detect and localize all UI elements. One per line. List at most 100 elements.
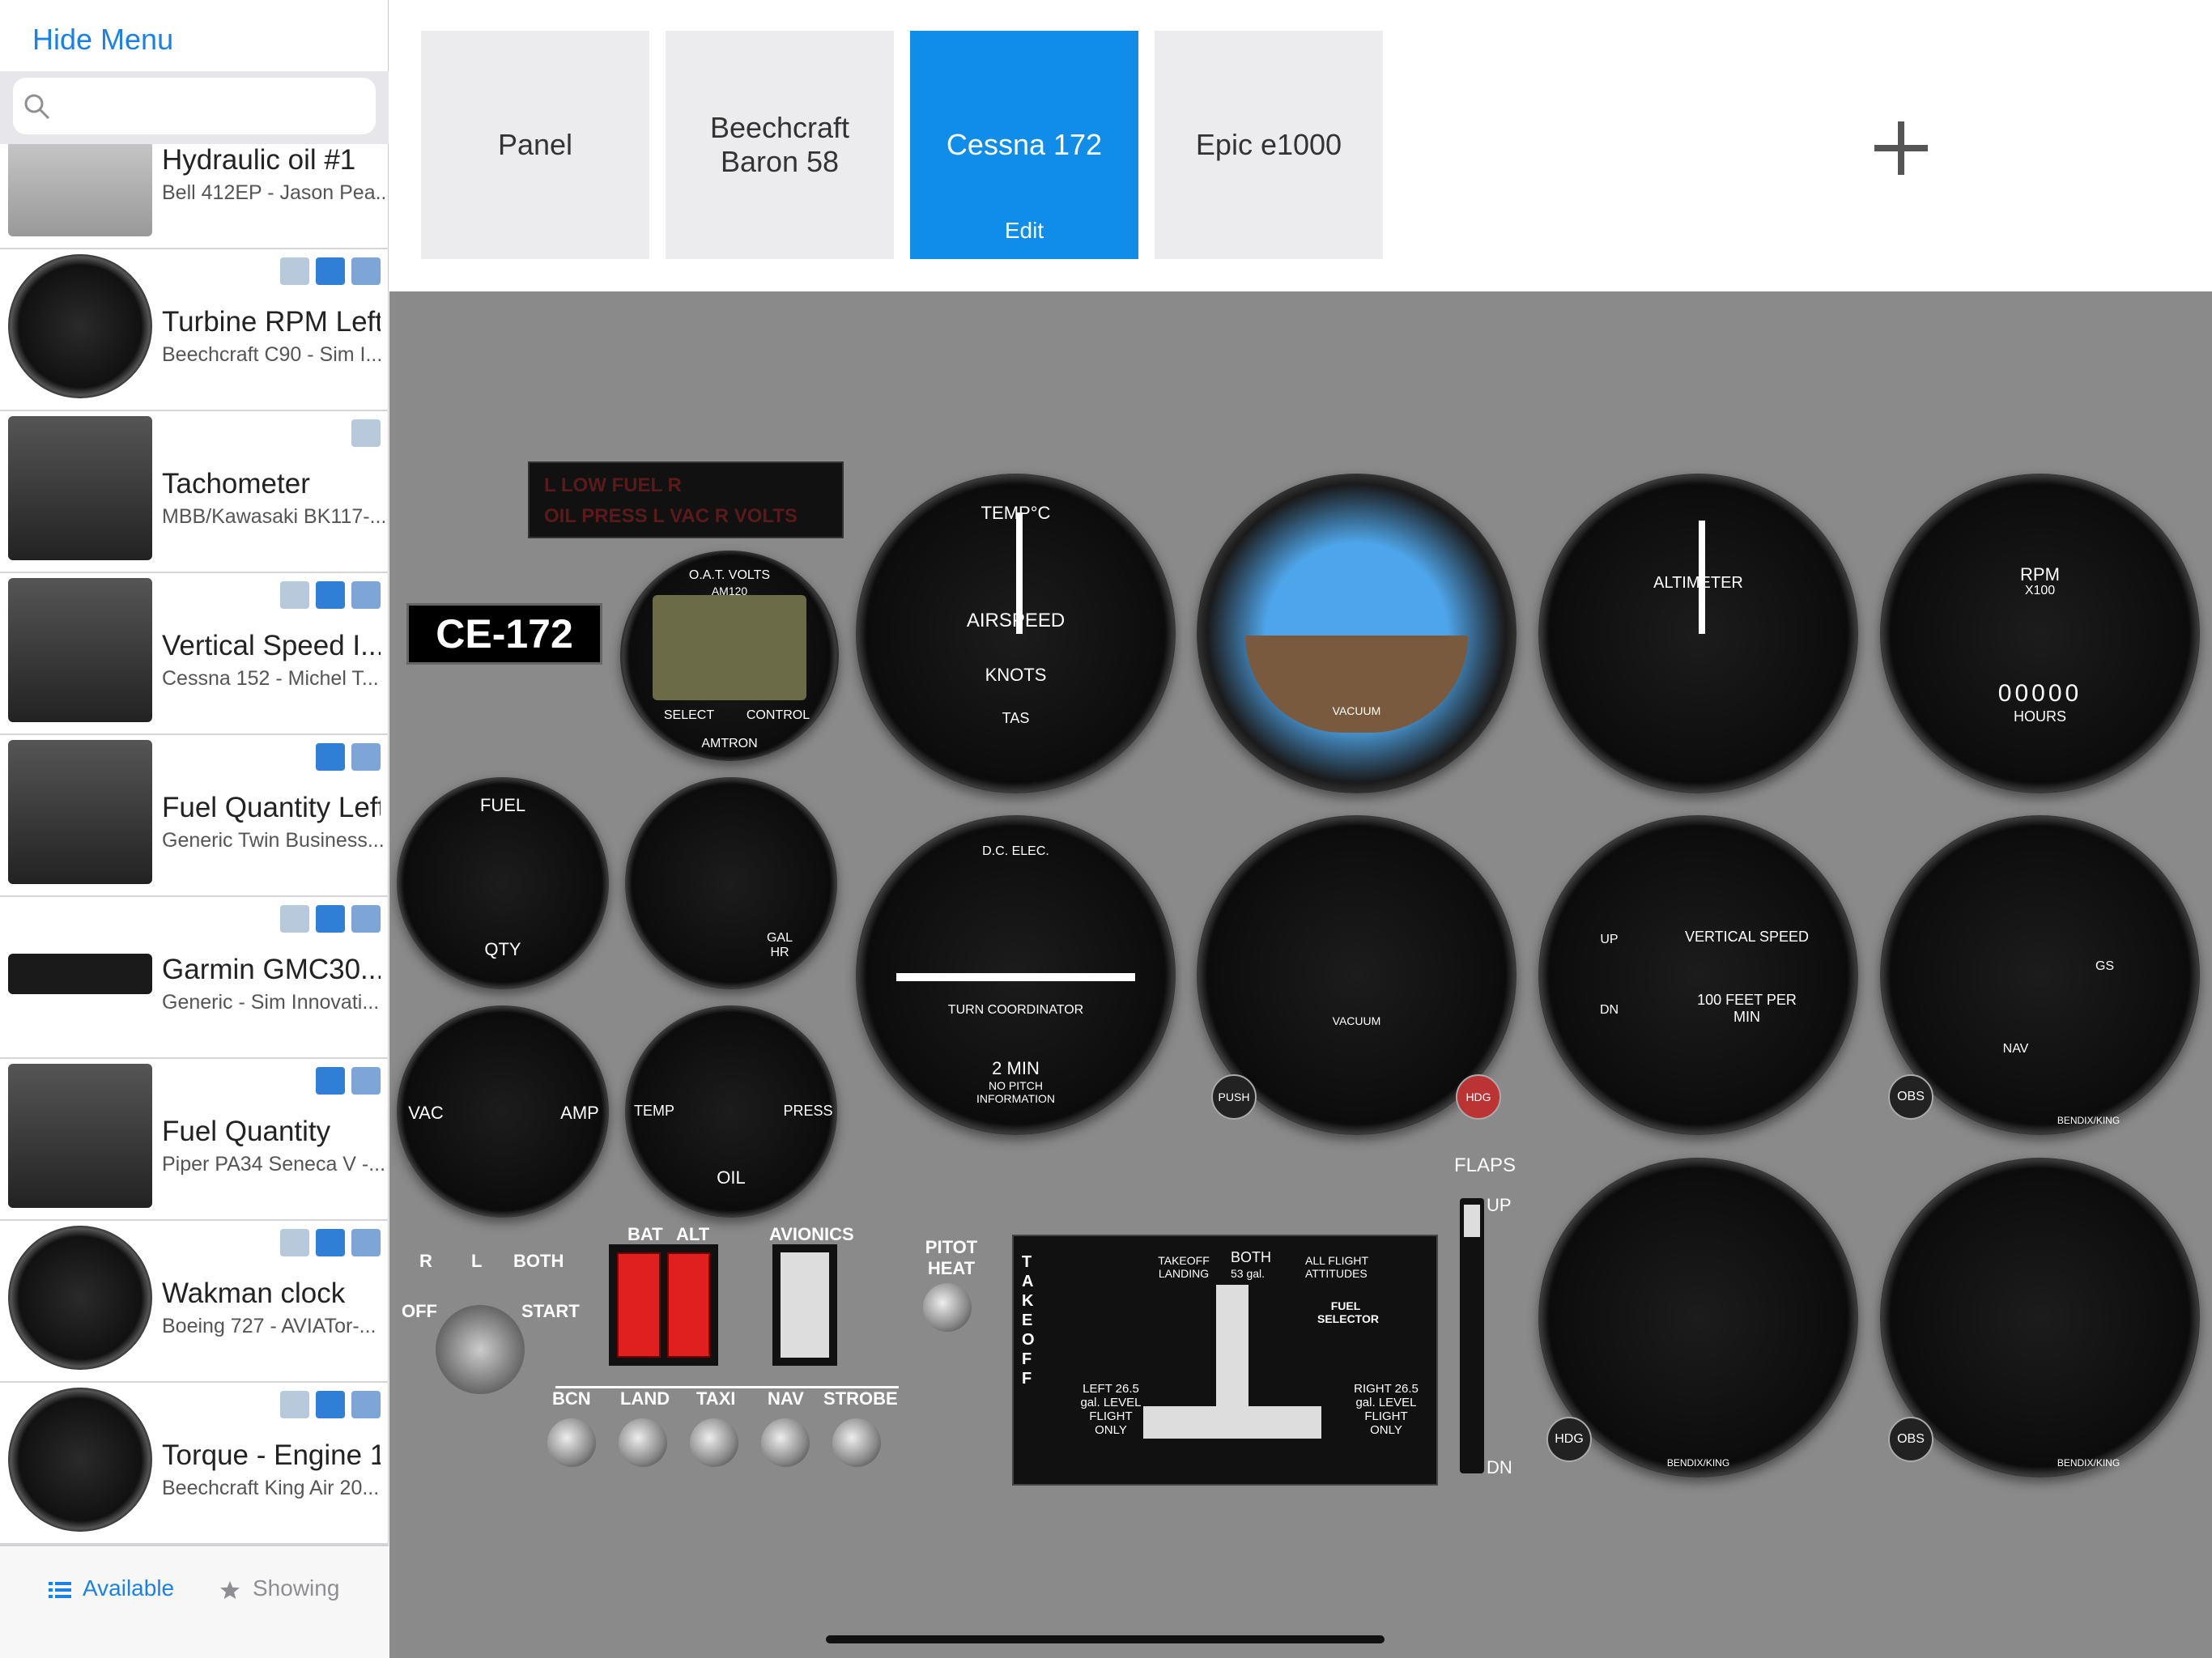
nav2-cdi-gauge[interactable]: BENDIX/KING OBS <box>1880 1158 2200 1477</box>
gauge-thumbnail <box>8 954 152 994</box>
fsx-plane-icon <box>316 743 345 771</box>
fsx-plane-icon <box>316 581 345 609</box>
altimeter-needle <box>1698 520 1705 634</box>
search-input[interactable] <box>13 78 376 134</box>
item-subtitle: Piper PA34 Seneca V -... <box>162 1153 385 1175</box>
tab-showing[interactable]: Showing <box>219 1575 339 1601</box>
bat-rocker[interactable] <box>617 1252 661 1358</box>
pitot-heat-toggle[interactable] <box>923 1283 972 1332</box>
app-window: Hide Menu Hydraulic oil #1 Bell 412EP - … <box>0 0 2212 1658</box>
obs-knob[interactable]: OBS <box>1888 1417 1933 1462</box>
list-item[interactable]: Wakman clock Boeing 727 - AVIATor-... <box>0 1221 389 1383</box>
magneto-key-switch[interactable] <box>436 1305 525 1394</box>
tab-available[interactable]: Available <box>49 1575 174 1601</box>
flaps-lever[interactable] <box>1460 1198 1484 1473</box>
egt-fuel-flow-gauge[interactable]: GAL HR <box>625 777 837 989</box>
airspeed-indicator[interactable]: TEMP°C AIRSPEED KNOTS TAS <box>856 474 1176 793</box>
bcn-toggle[interactable] <box>547 1418 596 1467</box>
heading-indicator[interactable]: VACUUM PUSH HDG <box>1197 815 1516 1135</box>
fsx-plane-icon <box>316 257 345 285</box>
gauge-label: HR <box>770 946 789 959</box>
add-panel-button[interactable] <box>1874 121 1928 175</box>
item-subtitle: Generic Twin Business... <box>162 829 385 852</box>
fsx-plane-icon <box>316 1229 345 1256</box>
panel-tab-epic-e1000[interactable]: Epic e1000 <box>1155 31 1383 259</box>
list-item[interactable]: Fuel Quantity Piper PA34 Seneca V -... <box>0 1059 389 1221</box>
list-item[interactable]: Hydraulic oil #1 Bell 412EP - Jason Pea.… <box>0 144 389 249</box>
edit-button[interactable]: Edit <box>1005 214 1044 248</box>
home-indicator[interactable] <box>826 1635 1385 1643</box>
master-switch[interactable] <box>609 1244 718 1366</box>
panel-tab-cessna-172[interactable]: Cessna 172 Edit <box>910 31 1138 259</box>
search-icon <box>24 94 50 120</box>
taxi-toggle[interactable] <box>690 1418 738 1467</box>
item-title: Torque - Engine 1 <box>162 1439 381 1471</box>
strobe-toggle[interactable] <box>832 1418 881 1467</box>
annunciator-line2: OIL PRESS L VAC R VOLTS <box>544 505 798 527</box>
hdg-knob[interactable]: HDG <box>1456 1074 1501 1120</box>
fuel-selector-panel[interactable]: TAKE OFF TAKEOFF LANDING BOTH 53 gal. AL… <box>1012 1235 1438 1486</box>
list-item[interactable]: Torque - Engine 1 Beechcraft King Air 20… <box>0 1383 389 1545</box>
flaps-handle[interactable] <box>1464 1205 1480 1237</box>
gauge-label: DN <box>1599 1003 1619 1017</box>
xplane-cloud-icon <box>280 581 309 609</box>
attitude-indicator[interactable]: VACUUM <box>1197 474 1516 793</box>
vertical-speed-indicator[interactable]: VERTICAL SPEED 100 FEET PER MIN UP DN <box>1538 815 1858 1135</box>
xplane-cloud-icon <box>280 257 309 285</box>
hdg-knob[interactable]: HDG <box>1546 1417 1592 1462</box>
item-title: Turbine RPM Left <box>162 306 381 338</box>
list-item[interactable]: Garmin GMC30... Generic - Sim Innovati..… <box>0 897 389 1059</box>
push-knob[interactable]: PUSH <box>1211 1074 1257 1120</box>
alt-rocker[interactable] <box>666 1252 710 1358</box>
instrument-list[interactable]: Hydraulic oil #1 Bell 412EP - Jason Pea.… <box>0 144 389 1545</box>
item-title: Hydraulic oil #1 <box>162 144 356 176</box>
oil-temp-pressure-gauge[interactable]: OIL TEMP PRESS <box>625 1005 837 1218</box>
lcd-screen <box>653 595 806 700</box>
fsx-plane-icon <box>316 905 345 933</box>
panel-tab-label: Epic e1000 <box>1195 128 1342 161</box>
bcn-label: BCN <box>552 1388 591 1409</box>
gauge-label: D.C. ELEC. <box>982 844 1049 858</box>
gauge-label: NO PITCH INFORMATION <box>976 1079 1055 1105</box>
panel-tab-label: Panel <box>497 128 573 161</box>
list-item[interactable]: Turbine RPM Left Beechcraft C90 - Sim I.… <box>0 249 389 411</box>
panel-tab-beechcraft-baron-58[interactable]: Beechcraft Baron 58 <box>666 31 894 259</box>
both-label: BOTH <box>1231 1249 1272 1265</box>
all-attitudes-label: ALL FLIGHT ATTITUDES <box>1305 1254 1368 1280</box>
taxi-label: TAXI <box>696 1388 736 1409</box>
fuel-quantity-gauge[interactable]: FUEL QTY <box>397 777 609 989</box>
p3d-icon <box>351 1067 381 1095</box>
p3d-icon <box>351 257 381 285</box>
ground-half <box>1245 636 1468 733</box>
avionics-label: AVIONICS <box>769 1224 854 1244</box>
land-toggle[interactable] <box>619 1418 667 1467</box>
avionics-switch[interactable] <box>772 1244 837 1366</box>
list-item[interactable]: Tachometer MBB/Kawasaki BK117-... <box>0 411 389 573</box>
tab-available-label: Available <box>83 1575 175 1601</box>
fuel-selector-handle[interactable] <box>1143 1285 1321 1471</box>
key-label-r: R <box>419 1251 432 1271</box>
obs-knob[interactable]: OBS <box>1888 1074 1933 1120</box>
am120-oat-volts-gauge[interactable]: O.A.T. VOLTS AM120 SELECT CONTROL AMTRON <box>620 551 839 761</box>
avionics-rocker[interactable] <box>781 1252 829 1358</box>
land-label: LAND <box>620 1388 670 1409</box>
panel-tab-panel[interactable]: Panel <box>421 31 649 259</box>
list-item[interactable]: Fuel Quantity Left Generic Twin Business… <box>0 735 389 897</box>
xplane-cloud-icon <box>280 1229 309 1256</box>
item-title: Fuel Quantity Left <box>162 792 381 823</box>
annunciator-panel: L LOW FUEL R OIL PRESS L VAC R VOLTS <box>528 461 844 538</box>
gauge-label: O.A.T. VOLTS <box>688 568 771 582</box>
gauge-label: BENDIX/KING <box>1666 1457 1730 1469</box>
nav1-cdi-gauge[interactable]: GS NAV BENDIX/KING OBS <box>1880 815 2200 1135</box>
tail-number-label: CE-172 <box>406 603 602 665</box>
hide-menu-button[interactable]: Hide Menu <box>32 23 173 57</box>
hsi-gauge[interactable]: BENDIX/KING HDG <box>1538 1158 1858 1477</box>
nav-toggle[interactable] <box>761 1418 810 1467</box>
altimeter[interactable]: ALTIMETER <box>1538 474 1858 793</box>
list-item[interactable]: Vertical Speed I... Cessna 152 - Michel … <box>0 573 389 735</box>
gauge-label: VACUUM <box>1332 704 1381 717</box>
turn-coordinator[interactable]: D.C. ELEC. TURN COORDINATOR 2 MIN NO PIT… <box>856 815 1176 1135</box>
control-button[interactable]: CONTROL <box>669 708 887 723</box>
tachometer[interactable]: RPM X100 00000 HOURS <box>1880 474 2200 793</box>
left-tank-label: LEFT 26.5 gal. LEVEL FLIGHT ONLY <box>1080 1382 1142 1437</box>
